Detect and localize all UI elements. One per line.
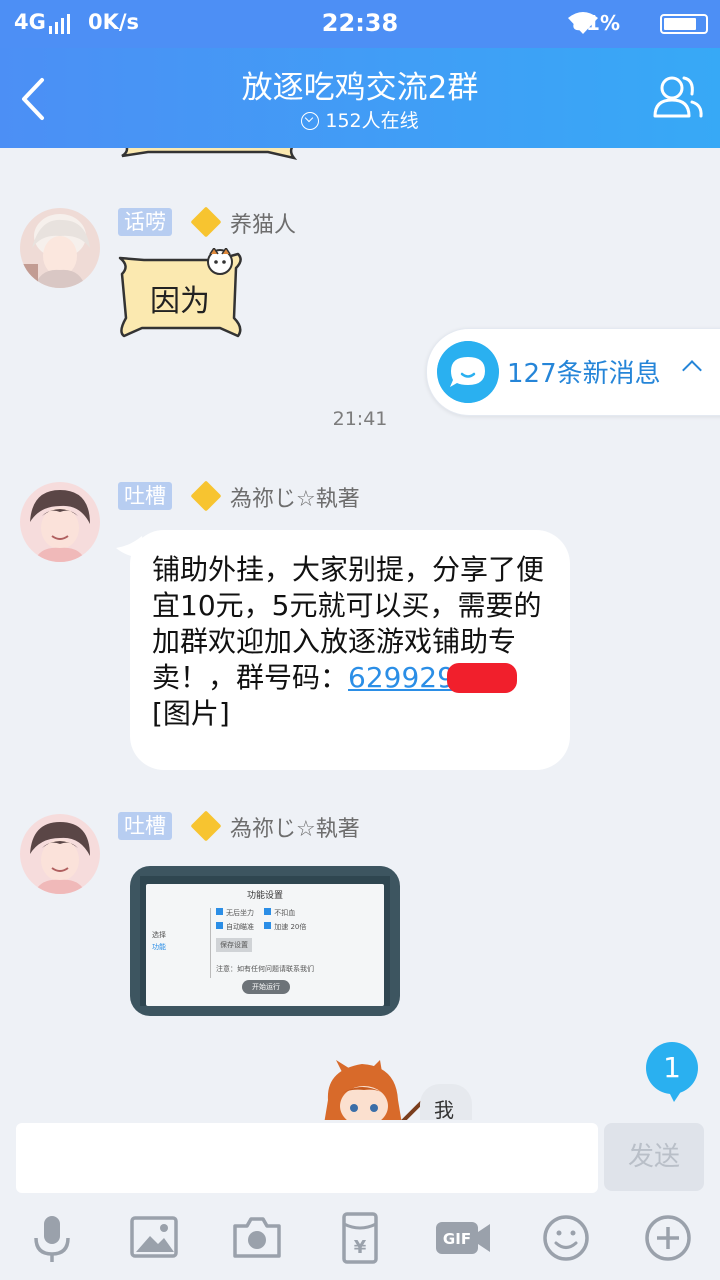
group-number-link[interactable]: 629929 bbox=[348, 661, 455, 694]
gif-icon[interactable]: GIF bbox=[434, 1210, 494, 1266]
save-settings-button: 保存设置 bbox=[216, 938, 252, 952]
group-members-icon[interactable] bbox=[652, 72, 704, 122]
member-role-badge: 话唠 bbox=[118, 208, 172, 236]
dialog-divider bbox=[210, 908, 211, 978]
member-role-badge: 吐槽 bbox=[118, 482, 172, 510]
battery-percent: 81% bbox=[572, 11, 620, 35]
dialog-title: 功能设置 bbox=[246, 891, 283, 901]
chat-bubble-icon bbox=[437, 341, 499, 403]
partial-text: 我 bbox=[434, 1098, 454, 1120]
plus-icon[interactable] bbox=[640, 1210, 696, 1266]
online-label: 152人在线 bbox=[325, 110, 419, 132]
option-label: 自动瞄准 bbox=[226, 923, 254, 931]
dialog-side-label: 选择 bbox=[152, 931, 166, 939]
sender-nickname[interactable]: 為祢じ☆執著 bbox=[230, 811, 360, 843]
diamond-icon bbox=[190, 810, 222, 842]
diamond-icon bbox=[190, 480, 222, 512]
red-packet-icon[interactable]: ¥ bbox=[332, 1210, 388, 1266]
sticker-character bbox=[324, 1060, 424, 1120]
sender-nickname[interactable]: 為祢じ☆執著 bbox=[230, 481, 360, 513]
avatar[interactable] bbox=[20, 208, 100, 288]
checkbox-icon bbox=[264, 908, 272, 915]
option-label: 20倍 bbox=[290, 923, 307, 931]
sticker-message[interactable]: 因为 bbox=[116, 248, 246, 340]
input-toolbar: ¥ GIF bbox=[0, 1210, 720, 1280]
status-bar: 4G 0K/s 22:38 81% bbox=[0, 0, 720, 48]
sticker-partial bbox=[121, 148, 298, 161]
avatar[interactable] bbox=[20, 814, 100, 894]
unread-badge-tail bbox=[668, 1090, 682, 1102]
image-message[interactable]: 功能设置 选择 功能 无后坐力 不扣血 自动瞄准 加速 20倍 保存设置 注意：… bbox=[130, 866, 400, 1016]
message-list[interactable]: 话唠 养猫人 因为 127条新消息 21:41 吐槽 為祢じ☆執著 铺助外挂，大… bbox=[0, 148, 720, 1120]
redaction-mark bbox=[446, 663, 517, 693]
diamond-icon bbox=[190, 206, 222, 238]
send-button[interactable]: 发送 bbox=[604, 1123, 704, 1191]
message-input[interactable] bbox=[16, 1123, 598, 1193]
image-icon[interactable] bbox=[126, 1210, 182, 1266]
checkbox-icon bbox=[264, 922, 272, 929]
option-list: 无后坐力 不扣血 自动瞄准 加速 20倍 保存设置 bbox=[216, 908, 376, 952]
sender-nickname[interactable]: 养猫人 bbox=[230, 207, 296, 239]
avatar[interactable] bbox=[20, 482, 100, 562]
mic-icon[interactable] bbox=[24, 1210, 80, 1266]
online-count[interactable]: 152人在线 bbox=[0, 106, 720, 133]
new-messages-button[interactable]: 127条新消息 bbox=[426, 328, 720, 416]
dialog-side-link: 功能 bbox=[152, 943, 166, 951]
option-row: 自动瞄准 加速 20倍 bbox=[216, 922, 376, 936]
start-button: 开始运行 bbox=[242, 980, 290, 994]
battery-icon bbox=[660, 14, 708, 34]
unread-badge[interactable]: 1 bbox=[646, 1042, 698, 1094]
text-message-bubble[interactable]: 铺助外挂，大家别提，分享了便宜10元，5元就可以买，需要的加群欢迎加入放逐游戏铺… bbox=[130, 530, 570, 770]
chevron-up-icon bbox=[682, 360, 702, 380]
checkbox-icon bbox=[216, 922, 223, 929]
option-label: 无后坐力 bbox=[226, 909, 254, 917]
input-bar: 发送 ¥ GIF bbox=[0, 1120, 720, 1280]
emoji-icon[interactable] bbox=[538, 1210, 594, 1266]
image-dialog: 功能设置 选择 功能 无后坐力 不扣血 自动瞄准 加速 20倍 保存设置 注意：… bbox=[146, 884, 384, 1006]
image-placeholder-text: [图片] bbox=[152, 697, 230, 730]
partial-bubble[interactable]: 我 bbox=[420, 1084, 472, 1120]
svg-text:¥: ¥ bbox=[354, 1237, 367, 1258]
svg-text:GIF: GIF bbox=[443, 1230, 471, 1248]
member-role-badge: 吐槽 bbox=[118, 812, 172, 840]
chat-header: 放逐吃鸡交流2群 152人在线 bbox=[0, 48, 720, 148]
option-label: 加速 bbox=[274, 923, 289, 931]
option-row: 无后坐力 不扣血 bbox=[216, 908, 376, 922]
chevron-down-icon bbox=[301, 112, 320, 130]
message-timestamp: 21:41 bbox=[332, 408, 388, 430]
camera-icon[interactable] bbox=[229, 1210, 285, 1266]
dialog-note: 注意：如有任何问题请联系我们 bbox=[216, 965, 314, 973]
checkbox-icon bbox=[216, 908, 223, 915]
option-label: 不扣血 bbox=[274, 909, 296, 917]
group-title[interactable]: 放逐吃鸡交流2群 bbox=[0, 62, 720, 107]
new-messages-label: 127条新消息 bbox=[507, 359, 661, 389]
sticker-text: 因为 bbox=[150, 284, 210, 319]
